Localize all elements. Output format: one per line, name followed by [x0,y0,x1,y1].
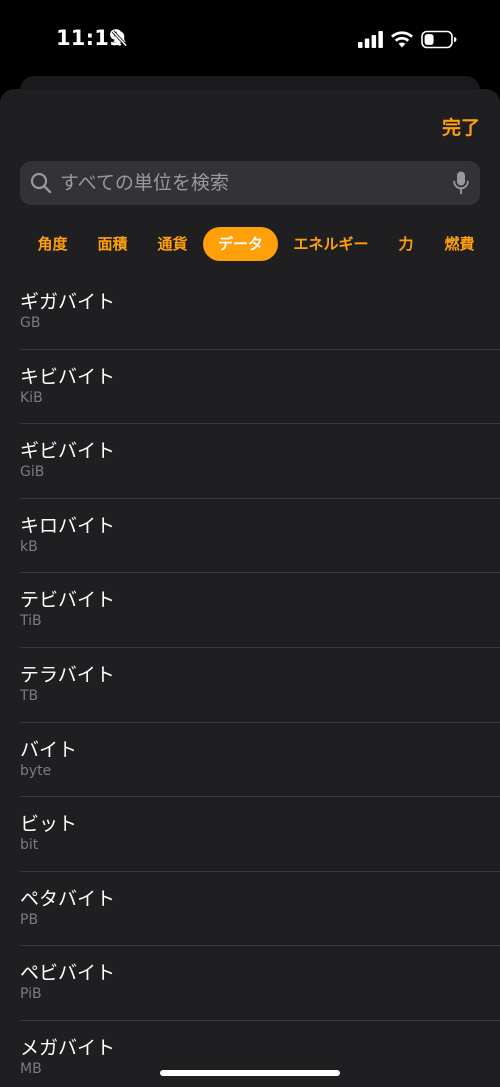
tab-area[interactable]: 面積 [90,227,135,261]
unit-name: ペビバイト [20,962,116,985]
unit-list: ギガバイト GB キビバイト KiB ギビバイト GiB キロバイト kB テビ… [0,275,500,1087]
tab-currency[interactable]: 通貨 [150,227,195,261]
unit-symbol: TB [20,687,39,704]
category-tabs: 角度 面積 通貨 データ エネルギー 力 燃費 [0,227,500,261]
cellular-signal-icon [358,31,383,48]
search-bar[interactable] [20,161,480,205]
tab-angle[interactable]: 角度 [30,227,75,261]
status-bar: 11:19 [0,0,500,80]
unit-row[interactable]: ギガバイト GB [0,275,500,350]
unit-symbol: TiB [20,613,42,630]
unit-row[interactable]: キロバイト kB [0,499,500,574]
battery-icon [421,30,457,49]
unit-name: テビバイト [20,589,116,612]
unit-symbol: byte [20,762,52,779]
wifi-icon [391,31,413,48]
unit-symbol: PB [20,911,39,928]
tab-force[interactable]: 力 [392,227,420,261]
unit-row[interactable]: テラバイト TB [0,648,500,723]
tab-energy[interactable]: エネルギー [286,227,376,261]
unit-row[interactable]: バイト byte [0,723,500,798]
bell-slash-icon [111,30,128,47]
microphone-icon[interactable] [453,171,469,195]
unit-symbol: KiB [20,389,43,406]
home-indicator[interactable] [160,1070,340,1076]
search-icon [30,172,52,194]
unit-symbol: GB [20,315,41,331]
unit-name: キロバイト [20,514,116,537]
unit-name: ビット [20,813,78,836]
unit-row[interactable]: テビバイト TiB [0,573,500,648]
unit-name: メガバイト [20,1036,116,1059]
unit-name: キビバイト [20,365,116,388]
unit-name: ペタバイト [20,887,116,910]
screen: 11:19 完了 すべての単位を検索 角度 面積 通貨 データ エネルギー 力 … [0,0,500,1087]
unit-symbol: bit [20,837,39,854]
unit-symbol: MB [20,1060,42,1077]
unit-row[interactable]: ビット bit [0,797,500,872]
tab-data[interactable]: データ [203,227,278,261]
unit-row[interactable]: メガバイト MB [0,1021,500,1087]
unit-symbol: kB [20,538,38,555]
unit-row[interactable]: ギビバイト GiB [0,424,500,499]
unit-row[interactable]: ペタバイト PB [0,872,500,947]
tab-fuel-economy[interactable]: 燃費 [437,227,482,261]
unit-row[interactable]: ペビバイト PiB [0,946,500,1021]
unit-name: テラバイト [20,663,115,686]
unit-name: ギビバイト [20,440,116,463]
unit-row[interactable]: キビバイト KiB [0,350,500,425]
search-input[interactable] [60,161,430,205]
unit-name: バイト [20,738,78,761]
done-button[interactable]: 完了 [442,113,480,140]
unit-symbol: GiB [20,464,45,481]
unit-name: ギガバイト [20,291,116,313]
unit-symbol: PiB [20,986,42,1003]
unit-picker-sheet: 完了 角度 面積 通貨 データ エネルギー 力 燃費 ギガバイト [0,89,500,1087]
